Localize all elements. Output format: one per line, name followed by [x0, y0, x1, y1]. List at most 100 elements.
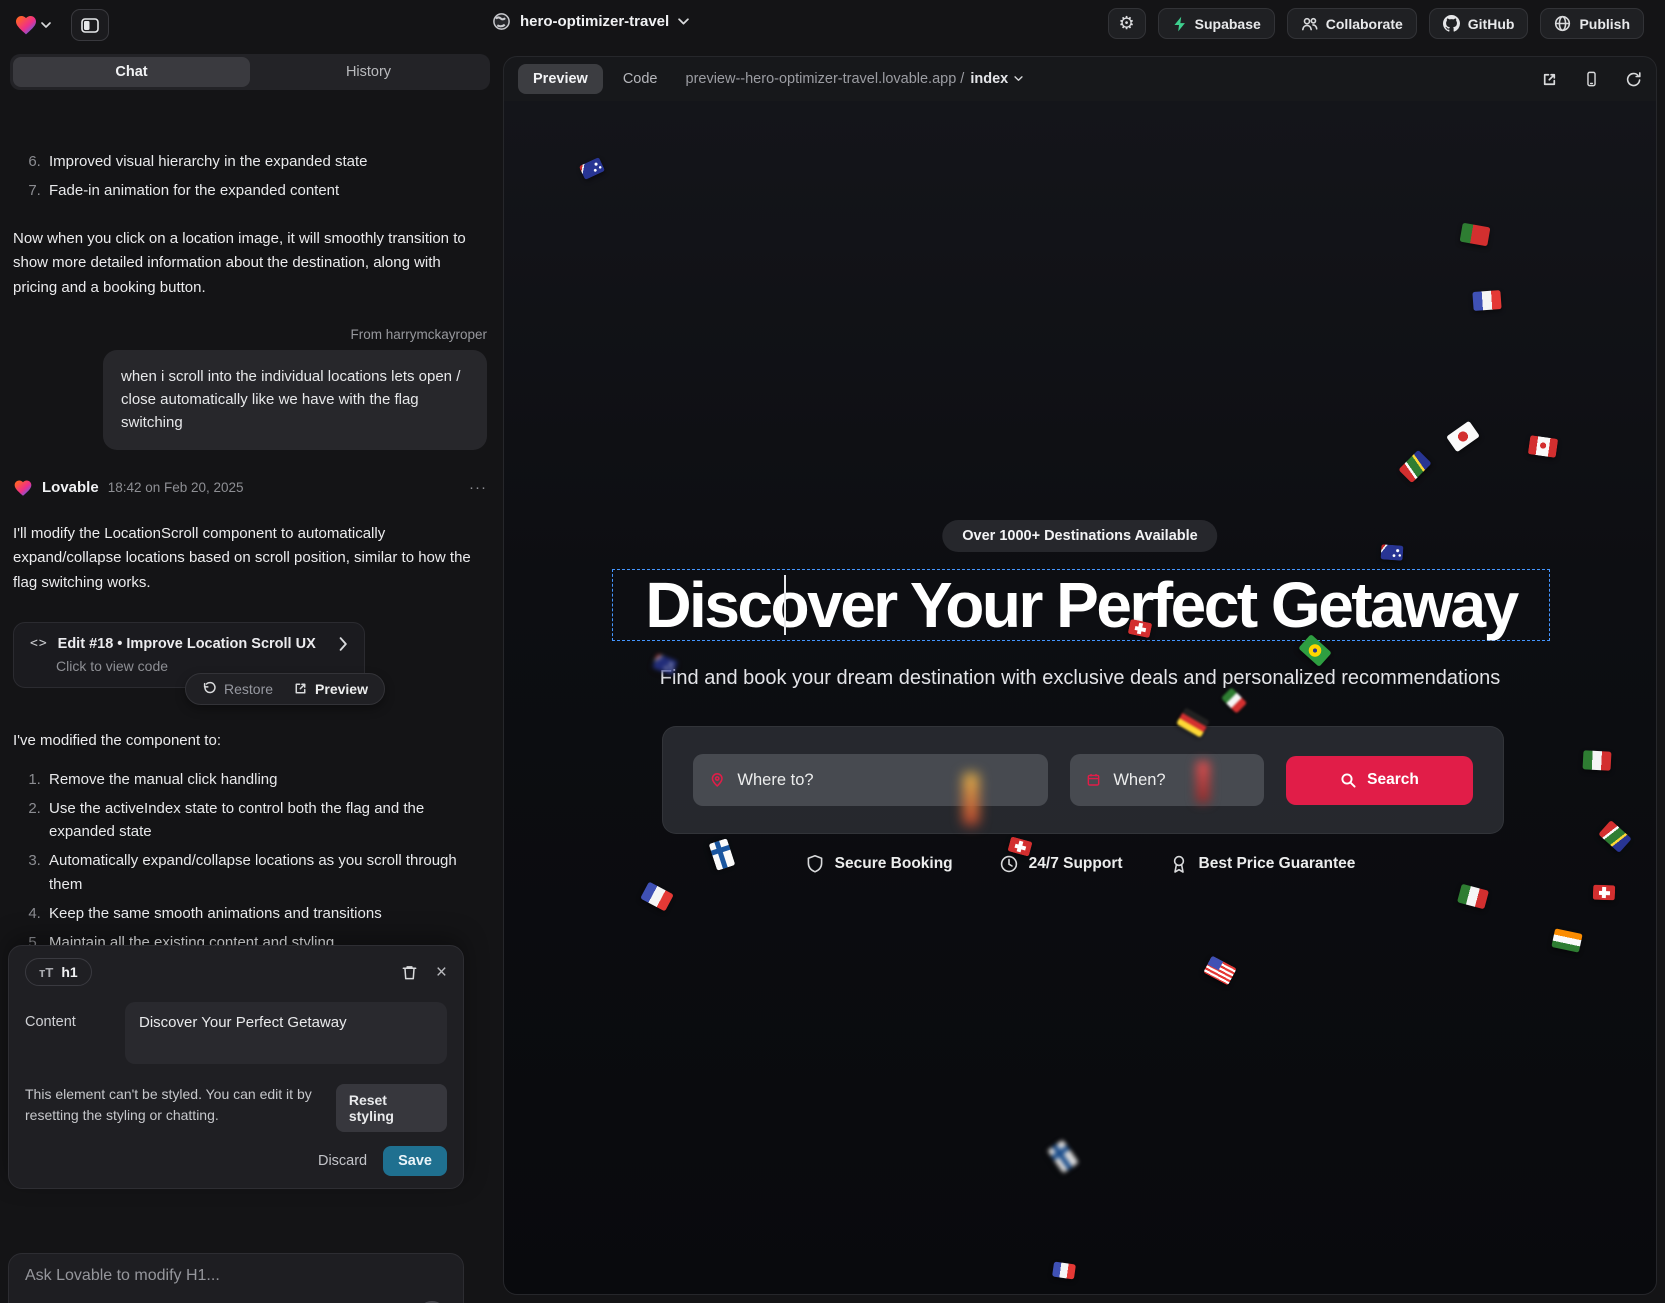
list-item: Automatically expand/collapse locations … [45, 849, 487, 896]
restore-button[interactable]: Restore [202, 681, 273, 697]
shield-icon [805, 854, 825, 874]
flag-france-icon [1472, 290, 1501, 311]
url-page: index [970, 71, 1008, 87]
flag-portugal-icon [1460, 223, 1491, 247]
calendar-icon [1086, 771, 1101, 789]
preview-panel: Preview Code preview--hero-optimizer-tra… [503, 56, 1657, 1295]
preview-toolbar: Preview Code preview--hero-optimizer-tra… [504, 57, 1656, 101]
settings-button[interactable]: ⚙ [1108, 8, 1146, 39]
list-item: Fade-in animation for the expanded conte… [45, 179, 487, 202]
external-link-icon [293, 681, 308, 696]
tab-preview[interactable]: Preview [518, 64, 603, 94]
supabase-bolt-icon [1172, 15, 1187, 33]
blurred-flag-streak [963, 773, 979, 825]
flag-france-icon [640, 882, 674, 912]
people-icon [1301, 16, 1318, 32]
reset-styling-button[interactable]: Reset styling [336, 1084, 447, 1132]
when-input-wrap[interactable] [1070, 754, 1264, 806]
award-icon [1169, 854, 1189, 874]
where-input-wrap[interactable] [693, 754, 1048, 806]
chat-input[interactable] [25, 1267, 447, 1285]
discard-button[interactable]: Discard [318, 1153, 367, 1169]
flag-mexico-icon [1221, 687, 1247, 713]
feature-list-tail: Improved visual hierarchy in the expande… [13, 150, 487, 203]
refresh-icon[interactable] [1625, 71, 1642, 88]
flag-usa-icon [1203, 956, 1237, 986]
project-globe-icon [492, 12, 511, 31]
user-message-bubble: when i scroll into the individual locati… [103, 350, 487, 450]
where-input[interactable] [737, 771, 1032, 790]
styling-note: This element can't be styled. You can ed… [25, 1084, 336, 1126]
feature-best-price: Best Price Guarantee [1169, 854, 1356, 874]
chevron-down-icon [41, 22, 51, 29]
flag-mexico-icon [1457, 884, 1489, 910]
project-switcher[interactable]: hero-optimizer-travel [492, 12, 689, 31]
search-button[interactable]: Search [1286, 756, 1473, 805]
text-caret [784, 575, 786, 635]
tab-history[interactable]: History [250, 57, 487, 87]
blurred-flag-streak [1196, 761, 1210, 803]
publish-button[interactable]: Publish [1540, 8, 1644, 39]
restore-preview-pill: Restore Preview [185, 673, 385, 705]
flag-mexico-icon [1583, 750, 1612, 770]
message-timestamp: 18:42 on Feb 20, 2025 [108, 480, 244, 495]
edit-card-title: Edit #18 • Improve Location Scroll UX [58, 636, 316, 652]
flag-finland-icon [1047, 1140, 1079, 1174]
location-pin-icon [709, 771, 725, 789]
chevron-down-icon [1014, 76, 1023, 82]
top-bar: hero-optimizer-travel ⚙ Supabase Collabo… [0, 0, 1665, 48]
modification-steps-list: Remove the manual click handling Use the… [13, 768, 487, 955]
tab-code[interactable]: Code [613, 64, 668, 94]
content-textarea[interactable]: Discover Your Perfect Getaway [125, 1002, 447, 1064]
agent-name: Lovable [42, 479, 99, 496]
lovable-logo-menu[interactable] [14, 13, 51, 37]
save-button[interactable]: Save [383, 1146, 447, 1176]
project-name: hero-optimizer-travel [520, 13, 669, 30]
list-item: Keep the same smooth animations and tran… [45, 902, 487, 925]
flag-japan-icon [1446, 421, 1480, 453]
flag-new-zealand-icon [1381, 544, 1404, 560]
assistant-paragraph: I've modified the component to: [13, 729, 487, 754]
trash-icon[interactable] [401, 964, 418, 981]
assistant-message-header: Lovable 18:42 on Feb 20, 2025 ··· [13, 478, 487, 498]
chat-composer: Attach Edit [8, 1253, 464, 1303]
preview-url[interactable]: preview--hero-optimizer-travel.lovable.a… [686, 71, 1024, 87]
sidebar-tabs: Chat History [10, 54, 490, 90]
typography-icon: тT [39, 965, 53, 980]
chat-scroll-area[interactable]: Improved visual hierarchy in the expande… [0, 138, 500, 993]
tab-chat[interactable]: Chat [13, 57, 250, 87]
element-editor-panel: тT h1 × Content Discover Your Perfect Ge… [8, 945, 464, 1189]
list-item: Remove the manual click handling [45, 768, 487, 791]
lovable-heart-icon [14, 13, 38, 37]
github-icon [1443, 15, 1460, 32]
list-item: Use the activeIndex state to control bot… [45, 797, 487, 844]
preview-edit-button[interactable]: Preview [293, 681, 368, 697]
message-menu-button[interactable]: ··· [469, 479, 487, 496]
github-button[interactable]: GitHub [1429, 8, 1529, 39]
when-input[interactable] [1113, 771, 1248, 790]
lovable-heart-icon [13, 478, 33, 498]
code-icon: <> [30, 636, 48, 651]
flag-south-africa-icon [1598, 820, 1632, 853]
hero-subtitle: Find and book your dream destination wit… [504, 667, 1656, 690]
open-in-new-tab-icon[interactable] [1541, 71, 1558, 88]
collaborate-button[interactable]: Collaborate [1287, 8, 1417, 39]
clock-icon [999, 854, 1019, 874]
panel-icon [81, 18, 99, 33]
flag-canada-icon [1528, 435, 1558, 458]
content-label: Content [25, 1002, 125, 1064]
flag-india-icon [1551, 928, 1582, 952]
flag-australia-icon [579, 157, 605, 180]
supabase-button[interactable]: Supabase [1158, 8, 1275, 39]
mobile-view-icon[interactable] [1584, 70, 1599, 88]
sidebar-toggle-button[interactable] [71, 9, 109, 41]
search-panel: Search [662, 726, 1504, 834]
close-icon[interactable]: × [436, 963, 447, 982]
destinations-badge: Over 1000+ Destinations Available [942, 520, 1217, 552]
search-icon [1340, 772, 1357, 789]
hero-heading[interactable]: Discover Your Perfect Getaway [645, 568, 1516, 642]
chevron-down-icon [678, 18, 689, 26]
h1-selection-outline[interactable]: Discover Your Perfect Getaway [612, 569, 1550, 641]
flag-switzerland-icon [1593, 885, 1616, 901]
chat-sidebar: Chat History Improved visual hierarchy i… [0, 48, 500, 1303]
